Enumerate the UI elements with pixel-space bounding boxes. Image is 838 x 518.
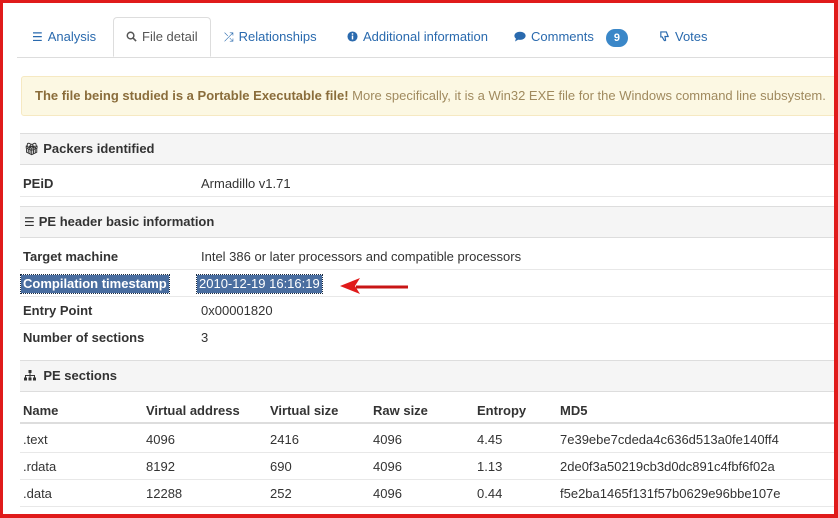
table-header-row: Name Virtual address Virtual size Raw si… (20, 397, 834, 424)
tab-file-detail[interactable]: File detail (113, 17, 211, 57)
tab-label: Analysis (47, 29, 97, 44)
table-cell: 1.13 (477, 459, 503, 474)
sitemap-icon (24, 369, 39, 383)
comments-count-badge: 9 (605, 28, 628, 47)
table-row: .text 4096 2416 4096 4.45 7e39ebe7cdeda4… (20, 426, 834, 453)
section-title: Packers identified (43, 141, 155, 156)
table-cell: 2de0f3a50219cb3d0dc891c4fbf6f02a (560, 459, 775, 474)
tab-label: Comments (531, 29, 594, 44)
thumbs-down-icon (659, 17, 670, 57)
tab-additional-information[interactable]: Additional information (347, 17, 488, 57)
comment-icon (514, 17, 526, 57)
pe-header-row-entry-point: Entry Point 0x00001820 (20, 297, 834, 324)
pe-header-value: 3 (201, 330, 209, 345)
column-header: Virtual address (146, 403, 240, 418)
table-cell: 4096 (373, 459, 402, 474)
tab-analysis[interactable]: ☰ Analysis (32, 17, 96, 57)
tab-relationships[interactable]: ⤮ Relationships (224, 17, 317, 57)
file-type-alert: The file being studied is a Portable Exe… (21, 76, 834, 116)
table-cell: 8192 (146, 459, 175, 474)
pe-header-row-number-of-sections: Number of sections 3 (20, 324, 834, 351)
section-title: PE sections (43, 368, 118, 383)
column-header: Virtual size (270, 403, 339, 418)
pe-header-value: 0x00001820 (201, 303, 273, 318)
tab-label: Additional information (363, 29, 489, 44)
table-cell: f5e2ba1465f131f57b0629e96bbe107e (560, 486, 781, 501)
section-title: PE header basic information (38, 214, 215, 229)
table-cell: 690 (270, 459, 292, 474)
list-icon: ☰ (32, 30, 43, 44)
pe-header-value-selected: 2010-12-19 16:16:19 (196, 274, 323, 294)
tab-label: File detail (142, 29, 198, 44)
section-header-pe-sections: PE sections (20, 360, 834, 392)
table-cell: .text (23, 432, 48, 447)
tab-votes[interactable]: Votes (659, 17, 708, 57)
table-cell: 2416 (270, 432, 299, 447)
table-row: .data 12288 252 4096 0.44 f5e2ba1465f131… (20, 480, 834, 507)
table-cell: .data (23, 486, 52, 501)
table-cell: 4.45 (477, 432, 503, 447)
column-header: Raw size (373, 403, 428, 418)
pe-header-key: Entry Point (23, 303, 93, 318)
table-cell: 4096 (373, 486, 402, 501)
pe-header-key-selected: Compilation timestamp (20, 274, 170, 294)
annotation-arrow-icon (340, 278, 408, 294)
screenshot-frame: ☰ Analysis File detail ⤮ Relationships Add… (0, 0, 838, 518)
pe-header-row-target-machine: Target machine Intel 386 or later proces… (20, 243, 834, 270)
tab-label: Votes (675, 29, 708, 44)
column-header: Name (23, 403, 59, 418)
table-row: .rdata 8192 690 4096 1.13 2de0f3a50219cb… (20, 453, 834, 480)
section-header-packers: 🎁︎ Packers identified (20, 133, 834, 165)
info-icon (347, 17, 358, 57)
column-header: MD5 (560, 403, 588, 418)
section-header-pe-header: ☰ PE header basic information (20, 206, 834, 238)
packer-key: PEiD (23, 176, 54, 191)
tab-label: Relationships (238, 29, 317, 44)
gift-icon: 🎁︎ (24, 142, 40, 156)
pe-header-key: Number of sections (23, 330, 145, 345)
pe-header-value: Intel 386 or later processors and compat… (201, 249, 522, 264)
packer-row: PEiD Armadillo v1.71 (20, 170, 834, 197)
table-cell: 7e39ebe7cdeda4c636d513a0fe140ff4 (560, 432, 779, 447)
list-icon: ☰ (24, 215, 35, 229)
alert-text: More specifically, it is a Win32 EXE fil… (352, 88, 826, 103)
table-cell: 4096 (146, 432, 175, 447)
pe-header-row-compilation-timestamp: Compilation timestamp 2010-12-19 16:16:1… (20, 270, 834, 297)
shuffle-icon: ⤮ (224, 30, 234, 44)
search-icon (126, 18, 137, 56)
pe-header-key: Target machine (23, 249, 119, 264)
tab-comments[interactable]: Comments 9 (514, 17, 628, 57)
table-cell: 0.44 (477, 486, 503, 501)
alert-bold-text: The file being studied is a Portable Exe… (35, 88, 349, 103)
table-cell: .rdata (23, 459, 57, 474)
packer-value: Armadillo v1.71 (201, 176, 291, 191)
tab-bar: ☰ Analysis File detail ⤮ Relationships Add… (17, 17, 834, 58)
table-cell: 12288 (146, 486, 183, 501)
column-header: Entropy (477, 403, 527, 418)
table-cell: 252 (270, 486, 292, 501)
table-cell: 4096 (373, 432, 402, 447)
